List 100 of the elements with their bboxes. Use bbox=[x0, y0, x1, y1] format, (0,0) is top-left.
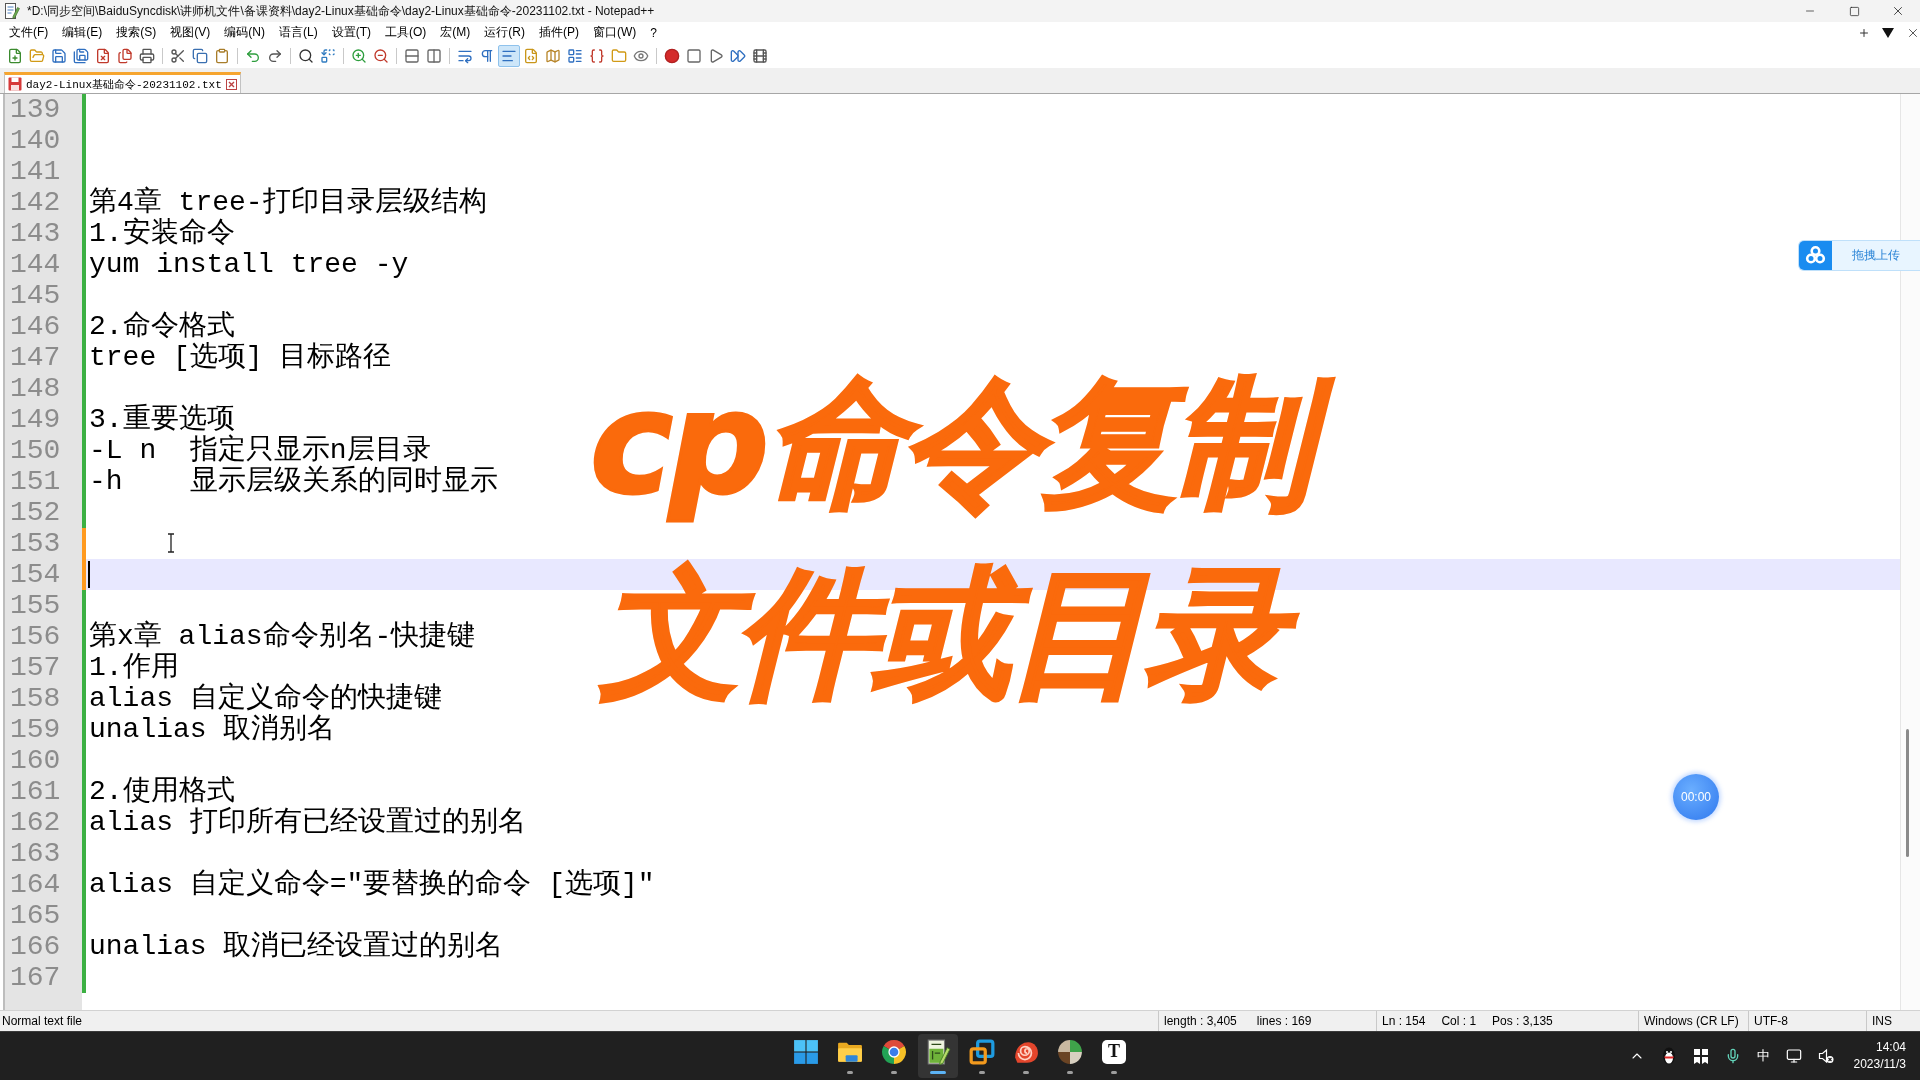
length-count: length : 3,405 bbox=[1164, 1014, 1237, 1028]
text-cursor-icon bbox=[167, 533, 175, 553]
code-line: 第x章 alias命令别名-快捷键 bbox=[89, 621, 476, 652]
line-number: 155 bbox=[9, 590, 62, 621]
code-line: 2.命令格式 bbox=[89, 311, 235, 342]
folder-icon bbox=[29, 47, 45, 64]
line-number: 144 bbox=[9, 249, 62, 280]
cursor-line: Ln : 154 bbox=[1382, 1014, 1426, 1028]
line-number: 156 bbox=[9, 621, 62, 652]
code-line: tree [选项] 目标路径 bbox=[89, 342, 392, 373]
line-number: 166 bbox=[9, 931, 62, 962]
line-count: lines : 169 bbox=[1256, 1014, 1312, 1028]
floppy-disks-icon bbox=[73, 47, 89, 64]
line-number: 160 bbox=[9, 745, 62, 776]
line-number: 141 bbox=[9, 156, 62, 187]
record-icon bbox=[664, 47, 680, 64]
file-x-icon bbox=[95, 47, 111, 64]
clock-time: 14:04 bbox=[1875, 1039, 1906, 1056]
overlay-title: cp命令复制 bbox=[582, 349, 1366, 539]
code-line: alias 打印所有已经设置过的别名 bbox=[89, 807, 526, 838]
encoding: UTF-8 bbox=[1754, 1014, 1788, 1028]
bookmark-tiles-icon[interactable] bbox=[1692, 1048, 1709, 1064]
undo-icon bbox=[245, 47, 261, 64]
line-number: 158 bbox=[9, 683, 62, 714]
cloud-icon bbox=[1799, 241, 1832, 270]
code-line: yum install tree -y bbox=[89, 249, 409, 280]
line-number: 153 bbox=[9, 528, 62, 559]
line-number: 140 bbox=[9, 125, 62, 156]
code-line: 2.使用格式 bbox=[89, 776, 235, 807]
zoom-out-icon bbox=[373, 47, 389, 64]
code-line: -L n 指定只显示n层目录 bbox=[89, 435, 431, 466]
columns-icon bbox=[426, 47, 442, 64]
menu-item[interactable]: 窗口(W) bbox=[586, 22, 644, 43]
line-number: 146 bbox=[9, 311, 62, 342]
taskbar-app-button[interactable]: T bbox=[1094, 1034, 1134, 1078]
line-number: 149 bbox=[9, 404, 62, 435]
menu-item[interactable]: 搜索(S) bbox=[109, 22, 164, 43]
close-icon bbox=[1891, 4, 1905, 18]
close-icon[interactable] bbox=[225, 78, 237, 90]
printer-icon bbox=[139, 47, 155, 64]
menu-item[interactable]: 工具(O) bbox=[378, 22, 434, 43]
input-method-indicator[interactable]: 中 bbox=[1756, 1047, 1770, 1065]
plus-icon[interactable] bbox=[1858, 26, 1870, 39]
menu-item[interactable]: ? bbox=[643, 22, 664, 43]
menu-item[interactable]: 编码(N) bbox=[217, 22, 272, 43]
line-number: 167 bbox=[9, 962, 62, 993]
menu-item[interactable]: 视图(V) bbox=[163, 22, 218, 43]
speaker-muted-icon[interactable] bbox=[1817, 1048, 1834, 1064]
indent-guide-button[interactable] bbox=[498, 44, 520, 67]
list-layout-icon bbox=[567, 47, 583, 64]
line-number: 164 bbox=[9, 869, 62, 900]
drag-upload-button[interactable]: 拖拽上传 bbox=[1798, 240, 1920, 271]
menu-item[interactable]: 运行(R) bbox=[477, 22, 532, 43]
line-ending: Windows (CR LF) bbox=[1644, 1014, 1739, 1028]
document-type: Normal text file bbox=[2, 1014, 83, 1028]
monitor-icon[interactable] bbox=[1785, 1048, 1802, 1064]
line-number: 159 bbox=[9, 714, 62, 745]
replace-icon bbox=[320, 47, 336, 64]
pilcrow-icon bbox=[479, 47, 495, 64]
penguin-icon[interactable] bbox=[1660, 1047, 1677, 1065]
line-number: 148 bbox=[9, 373, 62, 404]
file-code-icon bbox=[523, 47, 539, 64]
code-line: 1.安装命令 bbox=[89, 218, 235, 249]
code-line: -h 显示层级关系的同时显示 bbox=[89, 466, 498, 497]
caret-down-icon[interactable] bbox=[1882, 27, 1894, 38]
menu-item[interactable]: 插件(P) bbox=[532, 22, 586, 43]
scrollbar-thumb[interactable] bbox=[1906, 729, 1909, 857]
menu-item[interactable]: 编辑(E) bbox=[55, 22, 110, 43]
menu-item[interactable]: 设置(T) bbox=[324, 22, 378, 43]
film-icon bbox=[752, 47, 768, 64]
code-line: unalias 取消已经设置过的别名 bbox=[89, 931, 504, 962]
line-number: 151 bbox=[9, 466, 62, 497]
app-letter-tile: T bbox=[1102, 1039, 1126, 1064]
line-number: 161 bbox=[9, 776, 62, 807]
file-tab[interactable]: day2-Linux基础命令-20231102.txt bbox=[4, 72, 241, 93]
zoom-in-icon bbox=[351, 47, 367, 64]
line-number: 165 bbox=[9, 900, 62, 931]
stop-icon bbox=[686, 47, 702, 64]
clock-date: 2023/11/3 bbox=[1853, 1056, 1906, 1073]
text-editor-button[interactable] bbox=[918, 1034, 958, 1078]
insert-mode: INS bbox=[1872, 1014, 1892, 1028]
file-plus-icon bbox=[7, 47, 23, 64]
line-number: 142 bbox=[9, 187, 62, 218]
line-number: 150 bbox=[9, 435, 62, 466]
line-number: 163 bbox=[9, 838, 62, 869]
braces-icon bbox=[589, 47, 605, 64]
folder-icon bbox=[611, 47, 627, 64]
text-caret bbox=[88, 561, 90, 588]
scissors-icon bbox=[170, 47, 186, 64]
menu-item[interactable]: 语言(L) bbox=[272, 22, 325, 43]
play-icon bbox=[708, 47, 724, 64]
line-number: 143 bbox=[9, 218, 62, 249]
menu-item[interactable]: 宏(M) bbox=[433, 22, 478, 43]
clipboard-icon bbox=[214, 47, 230, 64]
overlay-title: 文件或目录 bbox=[592, 539, 1336, 729]
cursor-position: Pos : 3,135 bbox=[1492, 1014, 1553, 1028]
menu-item[interactable]: 文件(F) bbox=[2, 22, 56, 43]
code-line: 第4章 tree-打印目录层级结构 bbox=[89, 187, 487, 218]
rows-icon bbox=[404, 47, 420, 64]
redo-icon bbox=[267, 47, 283, 64]
